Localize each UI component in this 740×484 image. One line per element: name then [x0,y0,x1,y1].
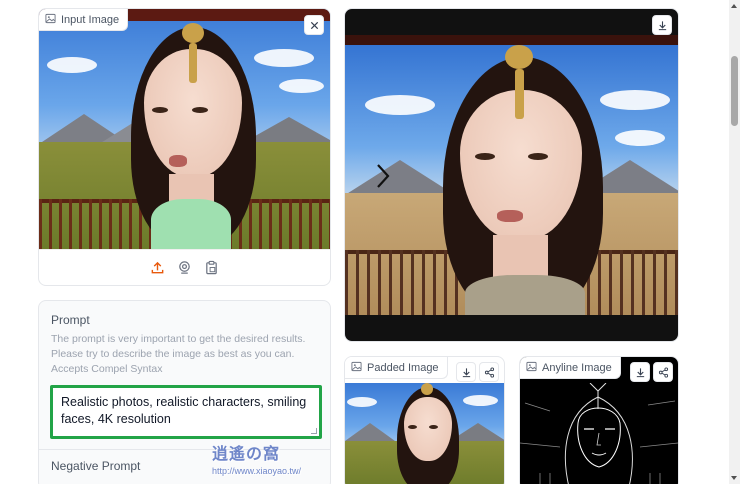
image-icon [45,13,56,27]
padded-image-panel[interactable]: Padded Image [344,356,505,484]
padded-download-button[interactable] [456,362,476,382]
input-image-label: Input Image [39,9,129,31]
source-selector [39,249,330,285]
download-button[interactable] [652,15,672,35]
upload-icon[interactable] [150,260,165,275]
resize-handle[interactable] [311,428,317,434]
anyline-image-label-text: Anyline Image [542,361,612,374]
anyline-image-label: Anyline Image [520,357,621,379]
download-icon [461,367,472,378]
padded-image [345,383,504,484]
webcam-icon[interactable] [177,260,192,275]
image-icon [351,361,362,375]
padded-image-label: Padded Image [345,357,448,379]
anyline-share-button[interactable] [653,362,673,382]
prompt-value: Realistic photos, realistic characters, … [61,395,307,426]
output-image [345,35,678,315]
image-icon [526,361,537,375]
close-icon [309,20,320,31]
watermark-url: http://www.xiaoyao.tw/ [212,466,302,476]
download-icon [635,367,646,378]
input-image-panel[interactable]: Input Image [38,8,331,286]
download-icon [657,20,668,31]
share-icon [484,366,495,378]
scroll-up-arrow[interactable] [731,4,737,8]
share-icon [658,366,669,378]
prompt-description: The prompt is very important to get the … [51,333,306,375]
padded-image-label-text: Padded Image [367,361,439,374]
anyline-image [520,383,678,484]
output-image-panel[interactable] [344,8,679,342]
scroll-down-arrow[interactable] [731,476,737,480]
close-button[interactable] [304,15,324,35]
app-page: Input Image Prompt The prompt is very im… [0,0,740,484]
chevron-right-icon[interactable] [375,163,391,189]
anyline-download-button[interactable] [630,362,650,382]
page-scrollbar[interactable] [729,0,740,484]
negative-prompt-label: Negative Prompt [51,459,141,473]
anyline-image-panel[interactable]: Anyline Image [519,356,679,484]
padded-share-button[interactable] [479,362,499,382]
input-image-label-text: Input Image [61,13,120,26]
scrollbar-thumb[interactable] [731,56,738,126]
watermark: 逍遙の窩 http://www.xiaoyao.tw/ [212,440,301,476]
prompt-label: Prompt [51,313,90,327]
prompt-textarea[interactable]: Realistic photos, realistic characters, … [50,385,322,439]
input-image [39,9,330,250]
watermark-text: 逍遙の窩 [212,446,281,463]
clipboard-icon[interactable] [204,260,219,275]
